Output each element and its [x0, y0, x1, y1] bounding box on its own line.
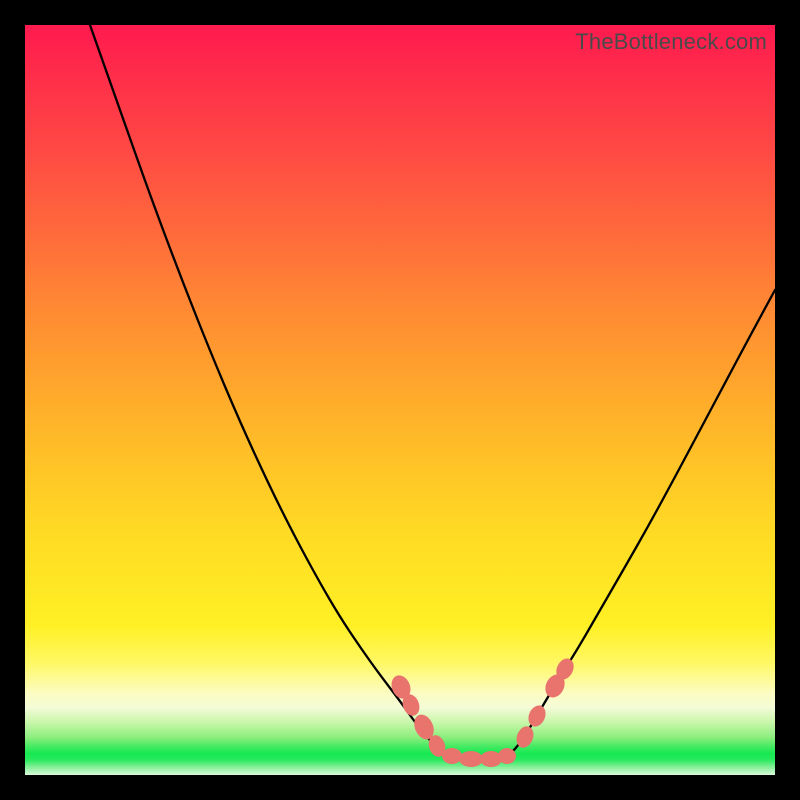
marker-floor-d	[498, 748, 516, 764]
left-curve	[90, 25, 447, 755]
marker-group	[388, 656, 577, 767]
curve-group	[90, 25, 775, 759]
marker-floor-a	[442, 748, 462, 764]
chart-frame: TheBottleneck.com	[0, 0, 800, 800]
plot-area: TheBottleneck.com	[25, 25, 775, 775]
marker-right-mid	[525, 703, 549, 730]
marker-floor-b	[459, 751, 483, 767]
curve-layer	[25, 25, 775, 775]
